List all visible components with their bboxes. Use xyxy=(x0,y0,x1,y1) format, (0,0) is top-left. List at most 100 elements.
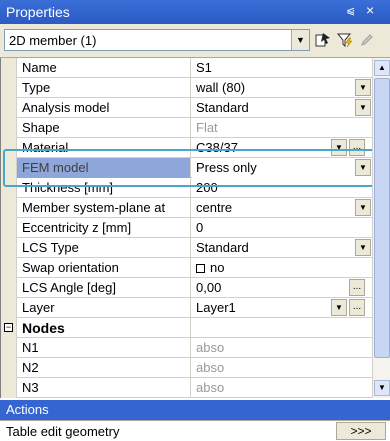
pencil-icon[interactable] xyxy=(358,32,376,50)
property-row-eccentricity-z-mm[interactable]: Eccentricity z [mm] 0 xyxy=(1,218,372,238)
section-row-nodes[interactable]: − Nodes xyxy=(1,318,372,338)
property-value-text: 0,00 xyxy=(196,280,222,295)
chevron-down-icon[interactable]: ▼ xyxy=(355,159,371,176)
property-name: Nodes xyxy=(17,318,191,338)
property-row-fem-model[interactable]: FEM model Press only ▼ xyxy=(1,158,372,178)
property-row-lcs-type[interactable]: LCS Type Standard ▼ xyxy=(1,238,372,258)
property-value[interactable]: 0 xyxy=(192,218,372,238)
property-value-text: Press only xyxy=(196,160,257,175)
property-value[interactable]: 200 xyxy=(192,178,372,198)
property-value[interactable]: abso xyxy=(192,378,372,398)
row-gutter xyxy=(1,58,17,78)
property-name: Material xyxy=(17,138,191,158)
property-value[interactable]: abso xyxy=(192,358,372,378)
pin-icon[interactable]: ⩿ xyxy=(346,4,355,17)
funnel-lightning-icon[interactable] xyxy=(336,32,354,50)
property-value-text: C38/37 xyxy=(196,140,238,155)
property-value[interactable]: centre xyxy=(192,198,372,218)
property-name: N3 xyxy=(17,378,191,398)
property-value[interactable]: no xyxy=(192,258,372,278)
property-name: LCS Type xyxy=(17,238,191,258)
select-filter-icon[interactable] xyxy=(314,32,332,50)
property-row-n1[interactable]: N1 abso xyxy=(1,338,372,358)
vertical-scrollbar[interactable]: ▲ ▼ xyxy=(372,58,390,398)
property-value[interactable]: abso xyxy=(192,338,372,358)
row-gutter xyxy=(1,118,17,138)
property-row-type[interactable]: Type wall (80) ▼ xyxy=(1,78,372,98)
property-value[interactable]: Press only xyxy=(192,158,372,178)
row-gutter: − xyxy=(1,318,17,338)
property-row-n3[interactable]: N3 abso xyxy=(1,378,372,398)
property-row-lcs-angle-deg[interactable]: LCS Angle [deg] 0,00... xyxy=(1,278,372,298)
property-row-layer[interactable]: Layer Layer1 ▼... xyxy=(1,298,372,318)
property-value-text: 200 xyxy=(196,180,218,195)
chevron-down-icon[interactable]: ▼ xyxy=(355,199,371,216)
properties-titlebar: Properties ⩿ × xyxy=(0,0,390,24)
property-name: Shape xyxy=(17,118,191,138)
property-name: Type xyxy=(17,78,191,98)
property-value-text: Layer1 xyxy=(196,300,236,315)
property-name: Swap orientation xyxy=(17,258,191,278)
property-value-text: wall (80) xyxy=(196,80,246,95)
property-name: FEM model xyxy=(17,158,191,178)
property-value[interactable]: wall (80) xyxy=(192,78,372,98)
property-row-name[interactable]: Name S1 xyxy=(1,58,372,78)
row-gutter xyxy=(1,98,17,118)
property-value[interactable]: Standard xyxy=(192,238,372,258)
property-value-text: Standard xyxy=(196,240,249,255)
row-gutter xyxy=(1,238,17,258)
actions-item-row[interactable]: Table edit geometry >>> xyxy=(0,420,390,441)
collapse-icon[interactable]: − xyxy=(4,323,13,332)
property-name: LCS Angle [deg] xyxy=(17,278,191,298)
row-gutter xyxy=(1,218,17,238)
property-value-text: S1 xyxy=(196,60,212,75)
ellipsis-button[interactable]: ... xyxy=(349,279,365,296)
property-value[interactable]: S1 xyxy=(192,58,372,78)
table-edit-geometry-button[interactable]: >>> xyxy=(336,422,386,440)
property-name: N2 xyxy=(17,358,191,378)
actions-header: Actions xyxy=(0,400,390,420)
property-value-text: Standard xyxy=(196,100,249,115)
property-row-shape[interactable]: Shape Flat xyxy=(1,118,372,138)
row-gutter xyxy=(1,178,17,198)
chevron-down-icon[interactable]: ▼ xyxy=(355,79,371,96)
ellipsis-button[interactable]: ... xyxy=(349,139,365,156)
property-value-text: abso xyxy=(196,360,225,375)
chevron-down-icon[interactable]: ▼ xyxy=(291,30,309,50)
property-row-material[interactable]: Material C38/37 ▼... xyxy=(1,138,372,158)
row-gutter xyxy=(1,158,17,178)
property-row-swap-orientation[interactable]: Swap orientation no xyxy=(1,258,372,278)
property-value-text: Flat xyxy=(196,120,218,135)
scroll-up-icon[interactable]: ▲ xyxy=(374,60,390,76)
property-value-text: 0 xyxy=(196,220,204,235)
row-gutter xyxy=(1,198,17,218)
property-name: Analysis model xyxy=(17,98,191,118)
ellipsis-button[interactable]: ... xyxy=(349,299,365,316)
scroll-down-icon[interactable]: ▼ xyxy=(374,380,390,396)
chevron-down-icon[interactable]: ▼ xyxy=(355,239,371,256)
property-value[interactable]: Flat xyxy=(192,118,372,138)
scroll-thumb[interactable] xyxy=(374,78,390,358)
property-row-n2[interactable]: N2 abso xyxy=(1,358,372,378)
chevron-down-icon[interactable]: ▼ xyxy=(331,139,347,156)
window-title: Properties xyxy=(6,4,70,20)
property-grid: Name S1 Type wall (80) ▼ Analysis model Standa… xyxy=(0,58,372,398)
chevron-down-icon[interactable]: ▼ xyxy=(355,99,371,116)
property-value[interactable]: 0,00 xyxy=(192,278,372,298)
property-row-thickness-mm[interactable]: Thickness [mm] 200 xyxy=(1,178,372,198)
property-name: N1 xyxy=(17,338,191,358)
checkbox[interactable] xyxy=(196,264,205,273)
property-value[interactable]: Standard xyxy=(192,98,372,118)
property-row-analysis-model[interactable]: Analysis model Standard ▼ xyxy=(1,98,372,118)
row-gutter xyxy=(1,78,17,98)
object-selector-combo[interactable]: 2D member (1) ▼ xyxy=(4,29,310,51)
chevron-down-icon[interactable]: ▼ xyxy=(331,299,347,316)
property-value xyxy=(192,318,372,338)
actions-item-label: Table edit geometry xyxy=(6,424,120,439)
property-name: Name xyxy=(17,58,191,78)
property-value-text: centre xyxy=(196,200,233,215)
row-gutter xyxy=(1,378,17,398)
property-row-member-system-plane-at[interactable]: Member system-plane at centre ▼ xyxy=(1,198,372,218)
row-gutter xyxy=(1,298,17,318)
close-icon[interactable]: × xyxy=(366,2,374,18)
